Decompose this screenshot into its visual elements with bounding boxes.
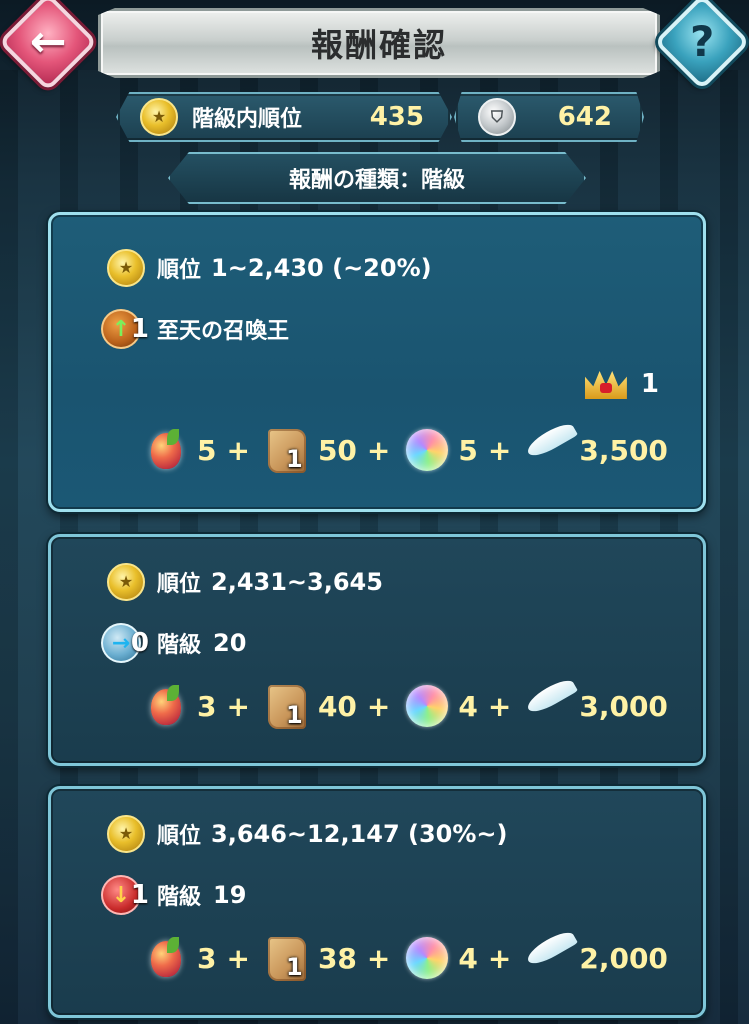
rank-row: ★ 順位 3,646~12,147 (30%~): [107, 815, 508, 853]
rank-row: ★ 順位 1~2,430 (~20%): [107, 249, 432, 287]
plus-sign: +: [487, 689, 512, 723]
scroll-badge: 1: [285, 445, 303, 473]
orb-icon: [404, 427, 450, 473]
rank-stat-value: 435: [369, 102, 424, 132]
fruit-value: 3: [197, 941, 217, 975]
tier-change-number: 0: [130, 628, 149, 658]
rank-label: 順位: [157, 258, 202, 283]
rank-stat: ★ 階級内順位 435: [116, 92, 452, 142]
reward-type-tab: 報酬の種類：階級: [168, 152, 586, 204]
help-gem: ?: [653, 0, 749, 91]
gold-medal-icon: ★: [107, 563, 145, 601]
reward-items-row: 5 + 1 50 + 5 + 3,500: [143, 419, 668, 473]
scroll-icon: 1: [264, 427, 310, 473]
tier-row: → 0 階級 20: [101, 623, 246, 663]
rank-row: ★ 順位 2,431~3,645: [107, 563, 383, 601]
orb-value: 4: [458, 689, 478, 723]
reward-type-label: 報酬の種類：階級: [288, 168, 465, 193]
feather-value: 3,500: [579, 433, 668, 467]
reward-items-row: 3 + 1 38 + 4 + 2,000: [143, 927, 668, 981]
tier-label: 階級: [157, 885, 202, 910]
feather-icon: [524, 927, 579, 981]
scroll-value: 38: [317, 941, 357, 975]
rank-range: 1~2,430 (~20%): [211, 254, 432, 282]
feather-value: 3,000: [579, 689, 668, 723]
plus-sign: +: [487, 433, 512, 467]
rank-label: 順位: [157, 824, 202, 849]
crown-value: 1: [640, 369, 659, 399]
crown-reward: 1: [584, 367, 659, 401]
rank-label: 順位: [157, 572, 202, 597]
plus-sign: +: [226, 689, 250, 723]
gold-medal-icon: ★: [107, 815, 145, 853]
fruit-icon: [143, 427, 189, 473]
scroll-value: 50: [317, 433, 357, 467]
plus-sign: +: [226, 433, 250, 467]
tier-up-badge: ↑ 1: [101, 309, 149, 349]
orb-value: 5: [458, 433, 478, 467]
gold-medal-icon: ★: [140, 98, 178, 136]
plus-sign: +: [366, 689, 391, 723]
back-button[interactable]: ←: [0, 0, 98, 92]
tier-value: 19: [213, 881, 247, 909]
title-banner: 報酬確認: [98, 8, 660, 78]
rank-range: 2,431~3,645: [211, 568, 383, 596]
header: ← 報酬確認 ?: [0, 0, 749, 92]
scroll-icon: 1: [264, 935, 310, 981]
rank-range: 3,646~12,147 (30%~): [211, 820, 508, 848]
tier-row: ↓ 1 階級 19: [101, 875, 246, 915]
fruit-icon: [143, 935, 189, 981]
rank-stat-label: 階級内順位: [192, 107, 303, 132]
scroll-badge: 1: [285, 701, 303, 729]
plus-sign: +: [487, 941, 512, 975]
plus-sign: +: [366, 941, 391, 975]
gold-medal-icon: ★: [107, 249, 145, 287]
tier-change-number: 1: [130, 880, 149, 910]
fruit-value: 3: [197, 689, 217, 723]
tier-value: 20: [213, 629, 247, 657]
help-button[interactable]: ?: [653, 0, 749, 91]
orb-icon: [404, 935, 450, 981]
reward-items-row: 3 + 1 40 + 4 + 3,000: [143, 675, 668, 729]
reward-card-2: ★ 順位 2,431~3,645 → 0 階級 20 3 + 1 40 + 4 …: [48, 534, 706, 766]
feather-icon: [524, 675, 579, 729]
tier-label: 階級: [157, 633, 202, 658]
tier-row: ↑ 1 至天の召喚王: [101, 309, 289, 349]
fruit-value: 5: [197, 433, 217, 467]
plus-sign: +: [366, 433, 391, 467]
tier-down-badge: ↓ 1: [101, 875, 149, 915]
scroll-value: 40: [317, 689, 357, 723]
feather-value: 2,000: [579, 941, 668, 975]
score-stat-value: 642: [557, 102, 612, 132]
score-stat: ⛉ 642: [454, 92, 644, 142]
feather-icon: [524, 419, 579, 473]
reward-card-3: ★ 順位 3,646~12,147 (30%~) ↓ 1 階級 19 3 + 1…: [48, 786, 706, 1018]
scroll-badge: 1: [285, 953, 303, 981]
crown-icon: [584, 367, 627, 401]
orb-value: 4: [458, 941, 478, 975]
back-arrow-icon: ←: [29, 16, 67, 67]
page-title: 報酬確認: [310, 26, 447, 64]
fruit-icon: [143, 683, 189, 729]
plus-sign: +: [226, 941, 250, 975]
reward-card-1: ★ 順位 1~2,430 (~20%) ↑ 1 至天の召喚王 1 5 + 1 5…: [48, 212, 706, 512]
orb-icon: [404, 683, 450, 729]
tier-label: 至天の召喚王: [157, 319, 290, 344]
question-mark-icon: ?: [689, 17, 715, 66]
tier-same-badge: → 0: [101, 623, 149, 663]
tier-change-number: 1: [130, 314, 149, 344]
silver-shield-icon: ⛉: [478, 98, 516, 136]
back-gem: ←: [0, 0, 98, 92]
scroll-icon: 1: [264, 683, 310, 729]
